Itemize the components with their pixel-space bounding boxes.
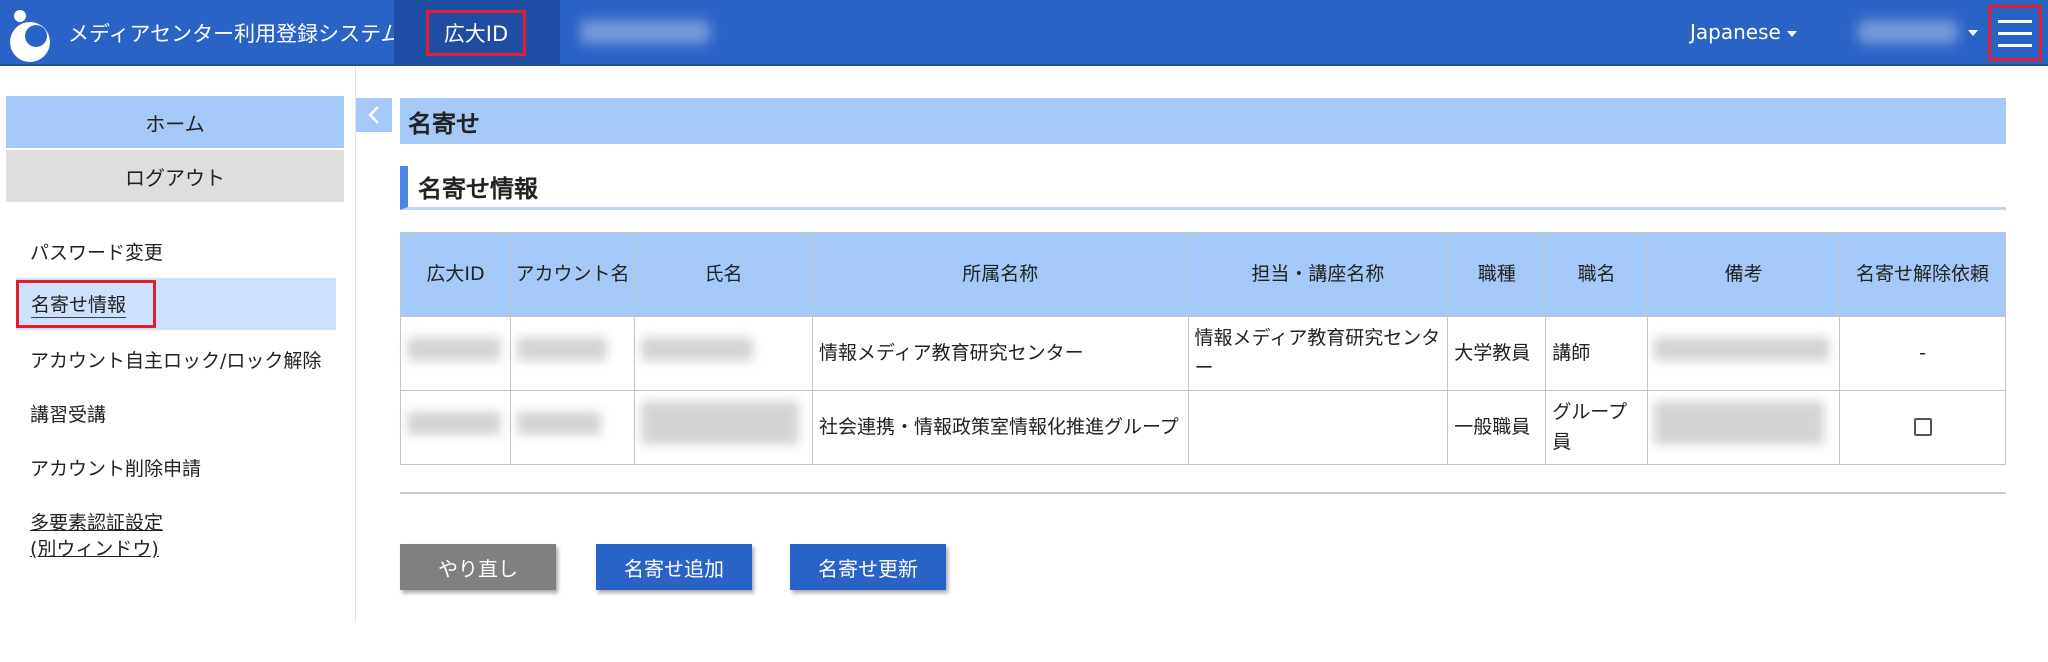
cell-job-type: 一般職員 bbox=[1447, 390, 1547, 465]
sidebar: ホーム ログアウト パスワード変更 名寄せ情報 アカウント自主ロック/ロック解除… bbox=[0, 66, 356, 622]
page-title: 名寄せ bbox=[400, 98, 2006, 144]
cell-account-redacted bbox=[509, 390, 635, 465]
cell-name-redacted bbox=[633, 316, 813, 391]
col-header-notes: 備考 bbox=[1647, 232, 1841, 317]
sidebar-home-button[interactable]: ホーム bbox=[6, 96, 344, 148]
table-row: 情報メディア教育研究センター 情報メディア教育研究センター 大学教員 講師 - bbox=[400, 316, 2006, 391]
cell-title: 講師 bbox=[1545, 316, 1649, 391]
col-header-release-request: 名寄せ解除依頼 bbox=[1839, 232, 2006, 317]
col-header-name: 氏名 bbox=[633, 232, 813, 317]
cell-release-request: - bbox=[1839, 316, 2006, 391]
table-header-row: 広大ID アカウント名 氏名 所属名称 担当・講座名称 職種 職名 備考 名寄せ… bbox=[400, 232, 2006, 317]
cell-affiliation: 社会連携・情報政策室情報化推進グループ bbox=[811, 390, 1189, 465]
collapse-sidebar-button[interactable] bbox=[356, 98, 392, 132]
logo-icon[interactable] bbox=[6, 6, 56, 62]
sidebar-item-name-matching-active[interactable]: 名寄せ情報 bbox=[16, 278, 336, 330]
user-chevron-down-icon[interactable] bbox=[1968, 30, 1978, 36]
cell-release-request bbox=[1839, 390, 2006, 465]
divider bbox=[400, 492, 2006, 494]
add-name-matching-button[interactable]: 名寄せ追加 bbox=[596, 544, 752, 590]
cell-affiliation: 情報メディア教育研究センター bbox=[811, 316, 1189, 391]
col-header-department: 担当・講座名称 bbox=[1187, 232, 1449, 317]
sidebar-logout-button[interactable]: ログアウト bbox=[6, 150, 344, 202]
cell-account-redacted bbox=[509, 316, 635, 391]
hamburger-menu-icon[interactable] bbox=[1988, 5, 2042, 61]
cell-department: 情報メディア教育研究センター bbox=[1187, 316, 1449, 391]
col-header-account: アカウント名 bbox=[509, 232, 635, 317]
cell-notes-redacted bbox=[1647, 390, 1841, 465]
section-title: 名寄せ情報 bbox=[400, 166, 2006, 210]
chevron-down-icon bbox=[1786, 30, 1797, 37]
col-header-affiliation: 所属名称 bbox=[811, 232, 1189, 317]
reset-button[interactable]: やり直し bbox=[400, 544, 556, 590]
sidebar-item-name-matching-label: 名寄せ情報 bbox=[31, 290, 127, 318]
top-header: メディアセンター利用登録システム 広大ID Japanese bbox=[0, 0, 2048, 66]
tab-hiroshima-id[interactable]: 広大ID bbox=[394, 0, 560, 66]
col-header-job-type: 職種 bbox=[1447, 232, 1547, 317]
table-row: 社会連携・情報政策室情報化推進グループ 一般職員 グループ員 bbox=[400, 390, 2006, 465]
col-header-title: 職名 bbox=[1545, 232, 1649, 317]
redacted-user-name[interactable] bbox=[1858, 20, 1958, 44]
redacted-header-info bbox=[580, 20, 710, 44]
cell-name-redacted bbox=[633, 390, 813, 465]
sidebar-item-account-lock[interactable]: アカウント自主ロック/ロック解除 bbox=[30, 346, 321, 373]
update-name-matching-button[interactable]: 名寄せ更新 bbox=[790, 544, 946, 590]
language-label: Japanese bbox=[1690, 20, 1781, 44]
app-title[interactable]: メディアセンター利用登録システム bbox=[68, 18, 401, 48]
release-request-checkbox[interactable] bbox=[1913, 418, 1932, 437]
sidebar-item-mfa-settings[interactable]: 多要素認証設定 bbox=[30, 508, 163, 535]
sidebar-item-mfa-new-window[interactable]: (別ウィンドウ) bbox=[30, 534, 159, 561]
tab-hiroshima-id-label: 広大ID bbox=[426, 10, 526, 56]
cell-job-type: 大学教員 bbox=[1447, 316, 1547, 391]
cell-department bbox=[1187, 390, 1449, 465]
name-matching-table: 広大ID アカウント名 氏名 所属名称 担当・講座名称 職種 職名 備考 名寄せ… bbox=[400, 232, 2006, 465]
sidebar-item-password-change[interactable]: パスワード変更 bbox=[30, 238, 163, 265]
cell-id-redacted bbox=[400, 316, 511, 391]
language-dropdown[interactable]: Japanese bbox=[1690, 20, 1797, 44]
cell-notes-redacted bbox=[1647, 316, 1841, 391]
cell-title: グループ員 bbox=[1545, 390, 1649, 465]
sidebar-item-account-deletion[interactable]: アカウント削除申請 bbox=[30, 454, 201, 481]
col-header-id: 広大ID bbox=[400, 232, 511, 317]
sidebar-item-training[interactable]: 講習受講 bbox=[30, 400, 106, 427]
sidebar-item-name-matching[interactable]: 名寄せ情報 bbox=[16, 280, 156, 328]
cell-id-redacted bbox=[400, 390, 511, 465]
chevron-left-icon bbox=[368, 106, 379, 124]
